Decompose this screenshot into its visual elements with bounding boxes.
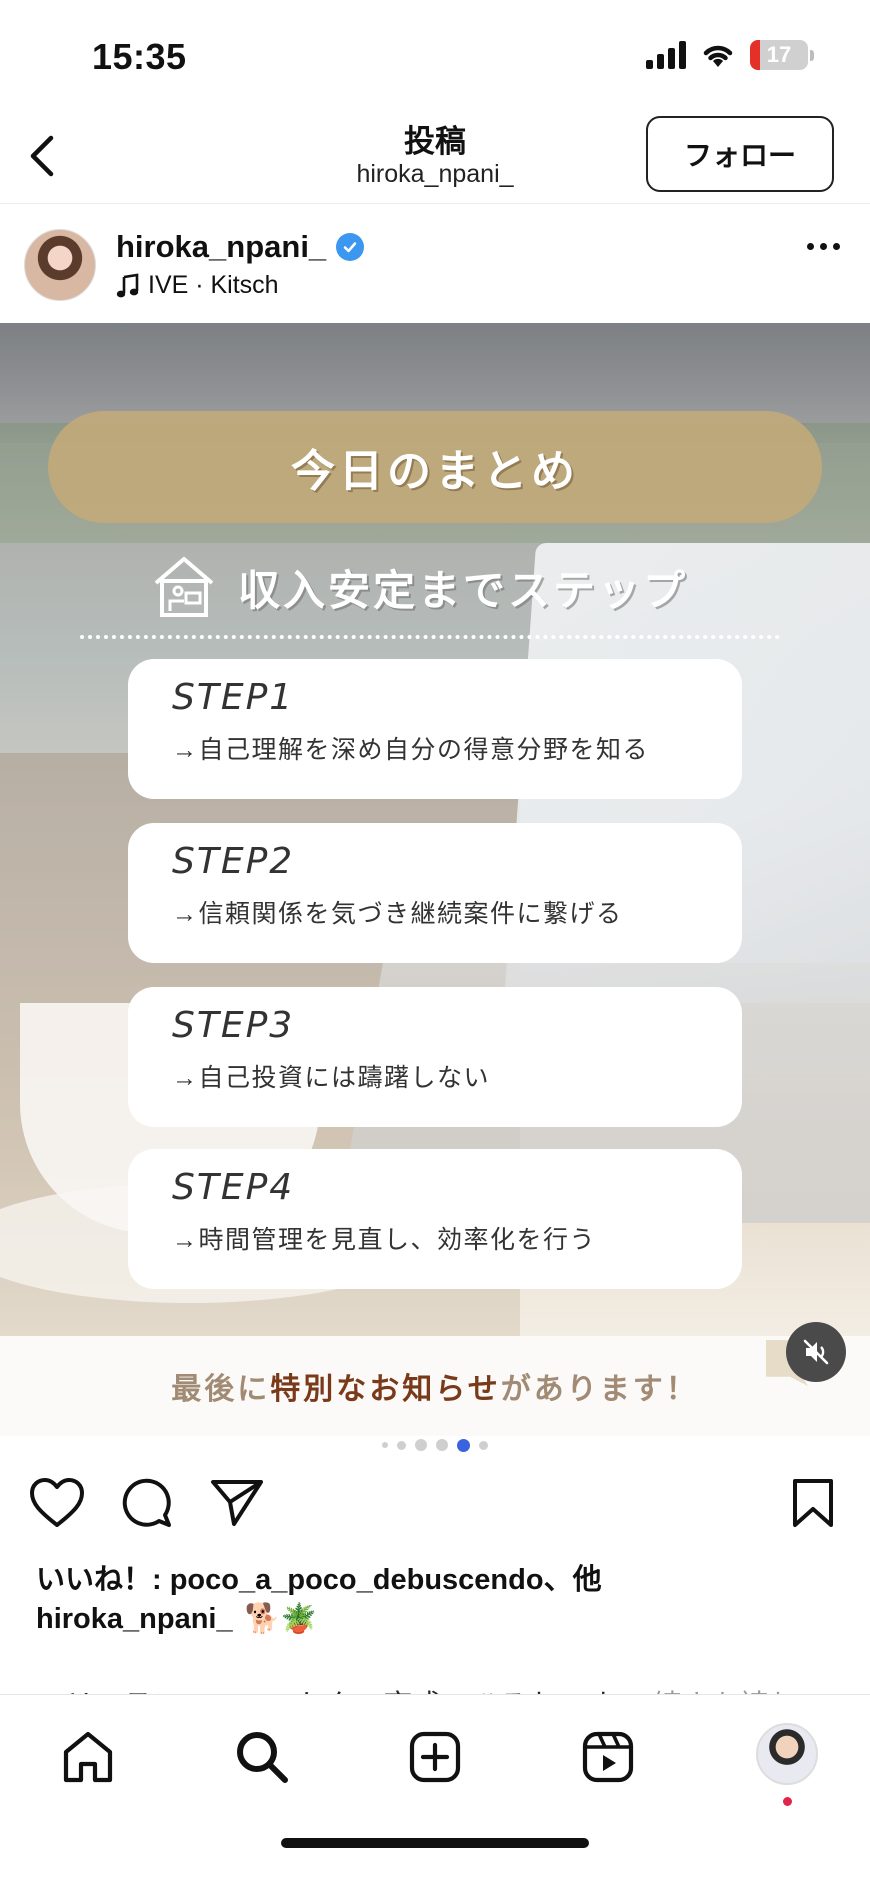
step-desc: →時間管理を見直し、効率化を行う: [172, 1226, 597, 1254]
verified-badge-icon: [336, 233, 365, 261]
caption-line: hiroka_npani_ 🐕🪴: [36, 1602, 317, 1636]
author-name-row[interactable]: hiroka_npani_: [116, 229, 365, 265]
carousel-dot: [382, 1442, 388, 1448]
tab-search[interactable]: [230, 1725, 294, 1789]
home-icon: [63, 1731, 113, 1783]
carousel-pagination: [0, 1436, 870, 1454]
tab-create[interactable]: [403, 1725, 467, 1789]
step-heading: 収入安定までステップ: [150, 553, 688, 621]
follow-button[interactable]: フォロー: [646, 116, 834, 192]
tab-profile-avatar[interactable]: [756, 1723, 818, 1785]
author-name: hiroka_npani_: [116, 229, 327, 264]
step-label: STEP4: [172, 1167, 295, 1208]
step-card-4: STEP4 →時間管理を見直し、効率化を行う: [128, 1149, 742, 1289]
summary-title: 今日のまとめ: [291, 447, 579, 496]
carousel-dot: [479, 1440, 488, 1450]
step-label: STEP3: [172, 1005, 295, 1046]
post-image[interactable]: 今日のまとめ 収入安定までステップ STEP1 →自己理解を深め自分の得意分野を…: [0, 323, 870, 1336]
music-note-icon: [116, 272, 139, 297]
status-time: 15:35: [92, 36, 187, 77]
carousel-dot-active: [457, 1438, 470, 1452]
comment-icon: [122, 1478, 171, 1527]
comment-button[interactable]: [116, 1472, 178, 1534]
save-button[interactable]: [782, 1472, 844, 1534]
share-button[interactable]: [206, 1472, 268, 1534]
step-card-3: STEP3 →自己投資には躊躇しない: [128, 987, 742, 1127]
battery-icon: 17: [750, 40, 808, 70]
post-author-row: hiroka_npani_ IVE · Kitsch: [0, 205, 870, 323]
search-icon: [237, 1732, 288, 1783]
heart-icon: [30, 1478, 84, 1527]
wifi-icon: [703, 45, 733, 67]
carousel-dot: [436, 1439, 448, 1451]
cellular-signal-icon: [646, 41, 686, 69]
battery-level: 17: [766, 42, 792, 67]
step-desc: →信頼関係を気づき継続案件に繋げる: [172, 900, 623, 928]
like-button[interactable]: [26, 1472, 88, 1534]
notification-dot: [783, 1797, 792, 1806]
house-workspace-icon: [154, 557, 214, 617]
music-title: IVE · Kitsch: [148, 271, 279, 299]
carousel-dot: [415, 1439, 427, 1451]
bookmark-icon: [793, 1479, 833, 1527]
post-actions: [0, 1472, 870, 1534]
step-label: STEP1: [172, 677, 295, 718]
notice-band: 最後に特別なお知らせがあります！: [0, 1336, 870, 1436]
divider: [80, 635, 780, 639]
mute-button[interactable]: [786, 1322, 846, 1382]
step-desc: →自己投資には躊躇しない: [172, 1064, 491, 1092]
summary-title-pill: 今日のまとめ: [48, 411, 822, 523]
status-bar: 15:35 17: [0, 0, 870, 110]
music-line[interactable]: IVE · Kitsch: [116, 271, 279, 300]
author-avatar[interactable]: [24, 229, 96, 301]
plus-square-icon: [409, 1731, 461, 1783]
bottom-tab-bar: [0, 1694, 870, 1882]
page-header: 投稿 hiroka_npani_ フォロー: [0, 110, 870, 204]
step-heading-text: 収入安定までステップ: [238, 566, 689, 614]
caption-emoji: 🐕🪴: [244, 1603, 317, 1635]
step-card-1: STEP1 →自己理解を深め自分の得意分野を知る: [128, 659, 742, 799]
status-icons: 17: [646, 40, 814, 70]
notice-text: 最後に特別なお知らせがあります！: [171, 1373, 699, 1406]
step-desc: →自己理解を深め自分の得意分野を知る: [172, 736, 650, 764]
carousel-dot: [397, 1440, 406, 1450]
send-icon: [211, 1480, 263, 1526]
likes-text[interactable]: いいね！: poco_a_poco_debuscendo、他: [36, 1556, 602, 1598]
speaker-muted-icon: [803, 1339, 829, 1365]
more-dots-icon[interactable]: [807, 243, 840, 250]
step-label: STEP2: [172, 841, 295, 882]
home-indicator: [281, 1838, 589, 1848]
tab-reels[interactable]: [576, 1725, 640, 1789]
reels-icon: [582, 1731, 634, 1783]
step-card-2: STEP2 →信頼関係を気づき継続案件に繋げる: [128, 823, 742, 963]
caption-user[interactable]: hiroka_npani_: [36, 1603, 233, 1636]
tab-home[interactable]: [56, 1725, 120, 1789]
